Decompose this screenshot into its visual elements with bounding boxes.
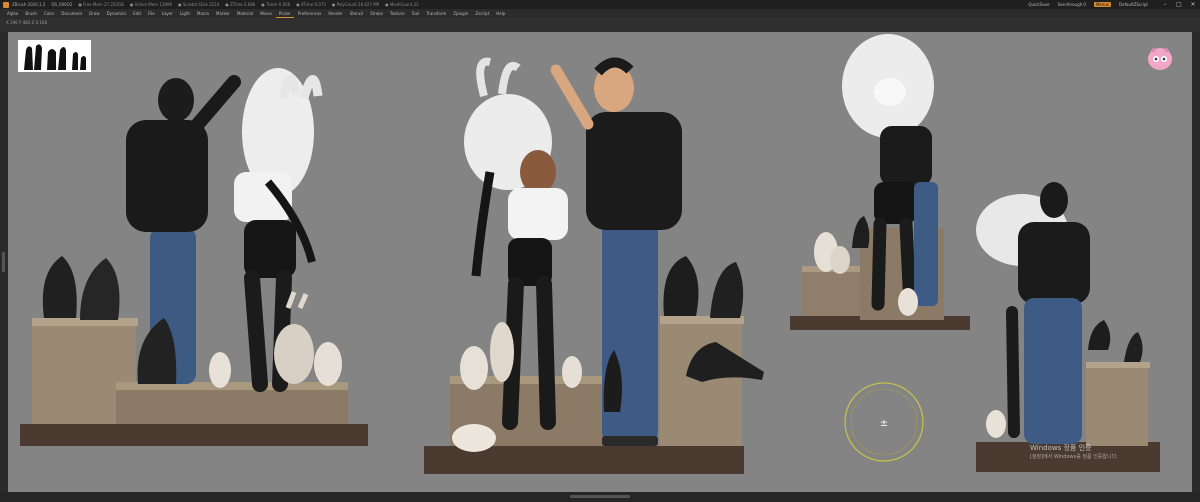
menu-texture[interactable]: Texture [390,11,405,16]
menu-material[interactable]: Material [237,11,253,16]
menu-zplugin[interactable]: Zplugin [453,11,468,16]
menu-brush[interactable]: Brush [25,11,37,16]
menu-tool[interactable]: Tool [412,11,420,16]
stat-meshcount: ● MeshCount 22 [385,2,419,7]
app-title: ZBrush 2020.1.2 [12,2,46,7]
menu-movie[interactable]: Movie [260,11,272,16]
characters-silhouette-thumbnail-icon [24,44,86,70]
gizmo-ring-icon: ± [844,382,924,462]
stat-scratch-disk: ● Scratch Disk 2224 [178,2,220,7]
menu-render[interactable]: Render [328,11,342,16]
bottom-tray-grip[interactable] [570,495,630,498]
minimize-icon[interactable]: – [1158,1,1172,8]
pink-character-avatar[interactable] [1146,46,1174,72]
svg-text:±: ± [880,418,888,429]
menu-alpha[interactable]: Alpha [7,11,18,16]
menus-toggle[interactable]: Menus [1093,2,1112,7]
watermark-subtitle: [설정]에서 Windows를 정품 인증합니다. [1030,454,1118,460]
bottom-tray[interactable] [0,492,1200,502]
menu-document[interactable]: Document [61,11,82,16]
transpose-gizmo[interactable]: ± [842,380,926,464]
menu-zscript[interactable]: Zscript [475,11,489,16]
stat-ztime: ● ZTime 2.686 [225,2,256,7]
maximize-icon[interactable]: □ [1172,1,1186,8]
cursor-coords: X 196 Y 482 Z 0.168 [6,20,48,25]
sculpt-scene [20,34,1160,474]
quicksave-button[interactable]: QuickSave [1028,2,1049,7]
menu-file[interactable]: File [148,11,155,16]
left-tray-grip[interactable] [2,252,5,272]
menu-dynamics[interactable]: Dynamics [107,11,127,16]
menu-preferences[interactable]: Preferences [298,11,322,16]
sculpt-view-side [790,34,970,330]
menu-macro[interactable]: Macro [197,11,209,16]
windows-activation-watermark: Windows 정품 인증 [설정]에서 Windows를 정품 인증합니다. [1030,444,1118,462]
project-name: QS_600O2 [51,2,73,7]
sculpt-view-back-side [976,182,1160,472]
right-tray[interactable] [1192,32,1200,492]
stat-timer: ● Timer 0.056 [261,2,291,7]
menu-stroke[interactable]: Stroke [370,11,383,16]
stat-atime: ● ATime 0.073 [296,2,326,7]
avatar-icon [1148,47,1172,70]
see-through-slider[interactable]: See-through 0 [1058,2,1086,7]
menu-marker[interactable]: Marker [216,11,230,16]
watermark-title: Windows 정품 인증 [1030,444,1092,452]
stat-polycount: ● PolyCount 26.627 MP [331,2,380,7]
menu-draw[interactable]: Draw [89,11,99,16]
sculpt-view-back [20,68,368,446]
title-bar: ZBrush 2020.1.2 QS_600O2 ● Free Mem 27.2… [0,0,1200,9]
zbrush-logo-icon [3,1,9,8]
menu-picker[interactable]: Picker [275,11,294,19]
left-tray[interactable] [0,32,8,492]
menu-bar: Alpha Brush Color Document Draw Dynamics… [0,9,1200,19]
menu-transform[interactable]: Transform [426,11,446,16]
menu-help[interactable]: Help [496,11,505,16]
default-zscript-button[interactable]: DefaultZScript [1119,2,1148,7]
info-bar: X 196 Y 482 Z 0.168 [0,18,1200,32]
menu-layer[interactable]: Layer [162,11,173,16]
close-icon[interactable]: ✕ [1186,1,1200,8]
stat-active-mem: ● Active Mem 11899 [129,2,173,7]
menu-color[interactable]: Color [44,11,54,16]
menu-edit[interactable]: Edit [133,11,141,16]
menu-light[interactable]: Light [180,11,190,16]
menu-stencil[interactable]: Stencil [350,11,364,16]
reference-thumbnail [18,40,91,72]
stat-free-mem: ● Free Mem 27.252GB [78,2,124,7]
sculpt-view-front [424,57,764,474]
